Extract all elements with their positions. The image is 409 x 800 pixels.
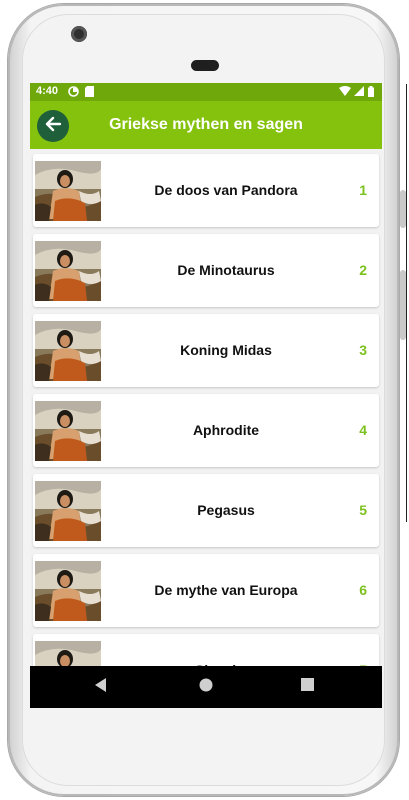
page-title: Griekse mythen en sagen (109, 116, 303, 133)
myth-number: 6 (359, 582, 367, 598)
myth-number: 4 (359, 422, 367, 438)
back-button[interactable] (37, 110, 69, 142)
myth-number: 3 (359, 342, 367, 358)
nav-back-button[interactable] (81, 666, 121, 708)
myth-thumbnail-image (35, 401, 101, 461)
arrow-left-icon (44, 115, 62, 138)
list-item[interactable]: Koning Midas 3 (33, 314, 379, 387)
myth-title: De mythe van Europa (154, 582, 298, 598)
status-time: 4:40 (36, 85, 59, 97)
app-notification-icon (68, 86, 79, 100)
nav-home-button[interactable] (186, 666, 226, 708)
list-item[interactable]: De mythe van Europa 6 (33, 554, 379, 627)
triangle-back-icon (95, 677, 107, 697)
myth-title: Aphrodite (192, 422, 260, 438)
myth-thumbnail-image (35, 241, 101, 301)
myth-number: 5 (359, 502, 367, 518)
nav-recents-button[interactable] (287, 666, 327, 708)
myth-thumbnail-image (35, 161, 101, 221)
signal-icon (354, 86, 364, 99)
wifi-icon (339, 86, 351, 99)
myth-thumbnail-image (35, 561, 101, 621)
myth-number: 1 (359, 182, 367, 198)
myth-title: De doos van Pandora (154, 182, 298, 198)
divider-line (406, 84, 407, 522)
myth-title: Pegasus (197, 502, 255, 518)
app-bar: Griekse mythen en sagen (30, 101, 382, 149)
front-camera (71, 26, 87, 42)
list-item[interactable]: De Minotaurus 2 (33, 234, 379, 307)
sd-card-icon (85, 86, 94, 100)
navigation-bar (30, 666, 382, 708)
myth-thumbnail-image (35, 321, 101, 381)
myth-number: 2 (359, 262, 367, 278)
myth-thumbnail-image (35, 481, 101, 541)
myth-title: Koning Midas (180, 342, 272, 358)
square-recents-icon (300, 678, 314, 696)
list-item[interactable]: Aphrodite 4 (33, 394, 379, 467)
list-item[interactable]: Pegasus 5 (33, 474, 379, 547)
myth-title: De Minotaurus (177, 262, 275, 278)
status-bar: 4:40 (30, 83, 382, 101)
list-item[interactable]: De doos van Pandora 1 (33, 154, 379, 227)
circle-home-icon (199, 678, 213, 697)
battery-icon (368, 86, 374, 100)
earpiece-speaker (191, 60, 219, 71)
app-screen: 4:40 Griekse mythen en sagen De doos van… (30, 83, 382, 708)
